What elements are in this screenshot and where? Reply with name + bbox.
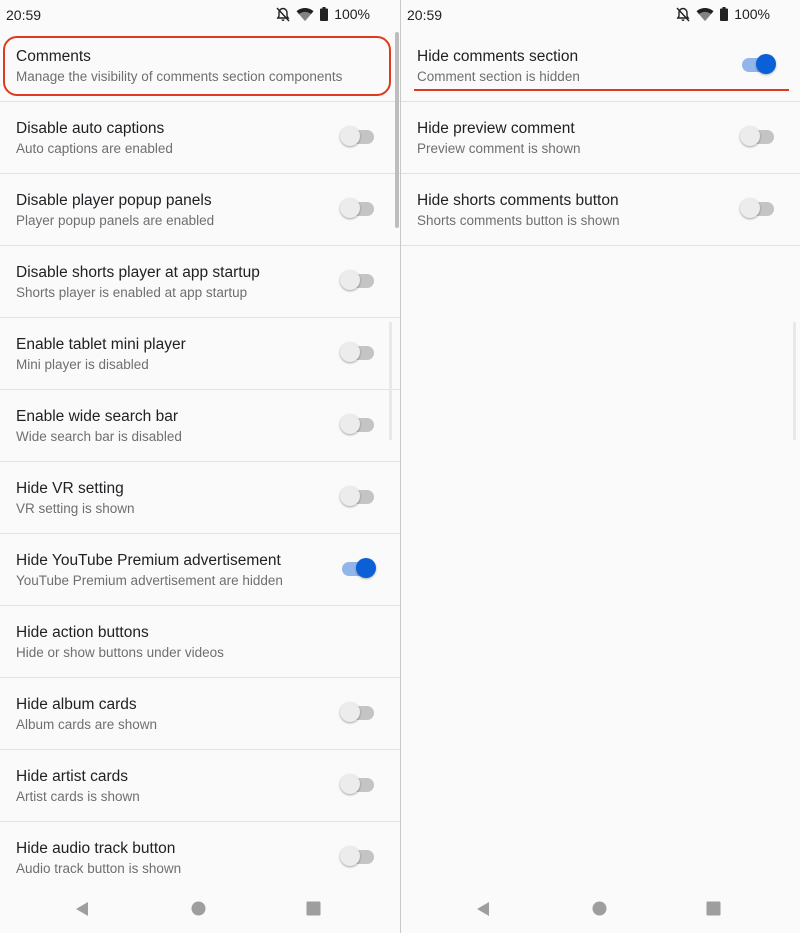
setting-title: Hide shorts comments button (417, 192, 619, 209)
setting-title: Comments (16, 48, 91, 65)
wifi-icon (296, 7, 314, 22)
navigation-bar (401, 885, 800, 933)
home-icon[interactable] (191, 901, 206, 921)
setting-disable-shorts-player-at-app-startup[interactable]: Disable shorts player at app startup Shor… (0, 246, 400, 318)
toggle-knob (340, 774, 360, 794)
setting-comments[interactable]: Comments Manage the visibility of comment… (0, 30, 400, 102)
setting-title: Hide audio track button (16, 840, 176, 857)
setting-title: Hide VR setting (16, 480, 124, 497)
toggle-knob (340, 270, 360, 290)
setting-title: Hide comments section (417, 48, 579, 65)
toggle-knob (740, 198, 760, 218)
home-icon[interactable] (592, 901, 607, 921)
setting-subtitle: YouTube Premium advertisement are hidden (16, 573, 283, 588)
setting-subtitle: Manage the visibility of comments sectio… (16, 69, 343, 84)
setting-subtitle: Artist cards is shown (16, 789, 140, 804)
setting-subtitle: Mini player is disabled (16, 357, 149, 372)
setting-title: Disable shorts player at app startup (16, 264, 260, 281)
setting-subtitle: VR setting is shown (16, 501, 135, 516)
toggle-knob (340, 342, 360, 362)
status-bar: 20:59 100% (401, 0, 800, 30)
toggle-switch[interactable] (340, 198, 374, 218)
setting-title: Hide preview comment (417, 120, 575, 137)
settings-list: Comments Manage the visibility of comment… (0, 30, 400, 894)
toggle-knob (756, 54, 776, 74)
setting-hide-audio-track-button[interactable]: Hide audio track button Audio track butto… (0, 822, 400, 894)
comments-settings-list: Hide comments section Comment section is … (401, 30, 800, 246)
toggle-knob (340, 702, 360, 722)
scrollbar-track[interactable] (793, 322, 796, 440)
setting-subtitle: Album cards are shown (16, 717, 158, 732)
setting-title: Enable wide search bar (16, 408, 178, 425)
toggle-switch[interactable] (340, 126, 374, 146)
toggle-knob (340, 846, 360, 866)
battery-icon (320, 7, 329, 21)
setting-hide-preview-comment[interactable]: Hide preview comment Preview comment is s… (401, 102, 800, 174)
right-screen: 20:59 100% Hide comments section Comment … (401, 0, 800, 933)
setting-title: Enable tablet mini player (16, 336, 186, 353)
setting-title: Hide action buttons (16, 624, 149, 641)
toggle-knob (340, 198, 360, 218)
recents-icon[interactable] (306, 901, 321, 921)
setting-title: Hide YouTube Premium advertisement (16, 552, 281, 569)
bell-off-icon (276, 7, 290, 22)
battery-percent: 100% (334, 6, 370, 22)
setting-title: Hide album cards (16, 696, 137, 713)
recents-icon[interactable] (706, 901, 721, 921)
setting-subtitle: Hide or show buttons under videos (16, 645, 224, 660)
toggle-switch[interactable] (340, 342, 374, 362)
toggle-knob (340, 126, 360, 146)
toggle-switch[interactable] (340, 774, 374, 794)
setting-hide-youtube-premium-advertisement[interactable]: Hide YouTube Premium advertisement YouTub… (0, 534, 400, 606)
toggle-knob (740, 126, 760, 146)
toggle-switch[interactable] (342, 558, 376, 578)
scrollbar-thumb[interactable] (395, 32, 399, 228)
toggle-switch[interactable] (340, 414, 374, 434)
setting-subtitle: Shorts player is enabled at app startup (16, 285, 248, 300)
toggle-switch[interactable] (340, 702, 374, 722)
battery-icon (720, 7, 729, 21)
navigation-bar (0, 885, 400, 933)
setting-subtitle: Shorts comments button is shown (417, 213, 620, 228)
status-bar: 20:59 100% (0, 0, 400, 30)
setting-title: Disable player popup panels (16, 192, 212, 209)
setting-title: Hide artist cards (16, 768, 128, 785)
toggle-knob (340, 414, 360, 434)
setting-subtitle: Wide search bar is disabled (16, 429, 182, 444)
setting-subtitle: Preview comment is shown (417, 141, 581, 156)
setting-hide-action-buttons[interactable]: Hide action buttons Hide or show buttons … (0, 606, 400, 678)
setting-subtitle: Player popup panels are enabled (16, 213, 215, 228)
setting-hide-artist-cards[interactable]: Hide artist cards Artist cards is shown (0, 750, 400, 822)
setting-hide-shorts-comments-button[interactable]: Hide shorts comments button Shorts commen… (401, 174, 800, 246)
setting-subtitle: Auto captions are enabled (16, 141, 173, 156)
toggle-switch[interactable] (742, 54, 776, 74)
setting-disable-player-popup-panels[interactable]: Disable player popup panels Player popup … (0, 174, 400, 246)
toggle-switch[interactable] (340, 270, 374, 290)
setting-hide-vr-setting[interactable]: Hide VR setting VR setting is shown (0, 462, 400, 534)
bell-off-icon (676, 7, 690, 22)
setting-enable-wide-search-bar[interactable]: Enable wide search bar Wide search bar is… (0, 390, 400, 462)
setting-enable-tablet-mini-player[interactable]: Enable tablet mini player Mini player is … (0, 318, 400, 390)
setting-hide-comments-section[interactable]: Hide comments section Comment section is … (401, 30, 800, 102)
toggle-knob (356, 558, 376, 578)
setting-title: Disable auto captions (16, 120, 165, 137)
toggle-knob (340, 486, 360, 506)
scrollbar-track[interactable] (389, 322, 392, 440)
status-time: 20:59 (6, 7, 42, 23)
back-icon[interactable] (74, 901, 90, 922)
toggle-switch[interactable] (740, 198, 774, 218)
toggle-switch[interactable] (340, 486, 374, 506)
setting-disable-auto-captions[interactable]: Disable auto captions Auto captions are e… (0, 102, 400, 174)
back-icon[interactable] (475, 901, 491, 922)
left-screen: 20:59 100% Comments Manage the visibility… (0, 0, 400, 933)
setting-subtitle: Comment section is hidden (417, 69, 580, 84)
setting-subtitle: Audio track button is shown (16, 861, 182, 876)
toggle-switch[interactable] (340, 846, 374, 866)
setting-hide-album-cards[interactable]: Hide album cards Album cards are shown (0, 678, 400, 750)
wifi-icon (696, 7, 714, 22)
battery-percent: 100% (734, 6, 770, 22)
toggle-switch[interactable] (740, 126, 774, 146)
status-time: 20:59 (407, 7, 443, 23)
